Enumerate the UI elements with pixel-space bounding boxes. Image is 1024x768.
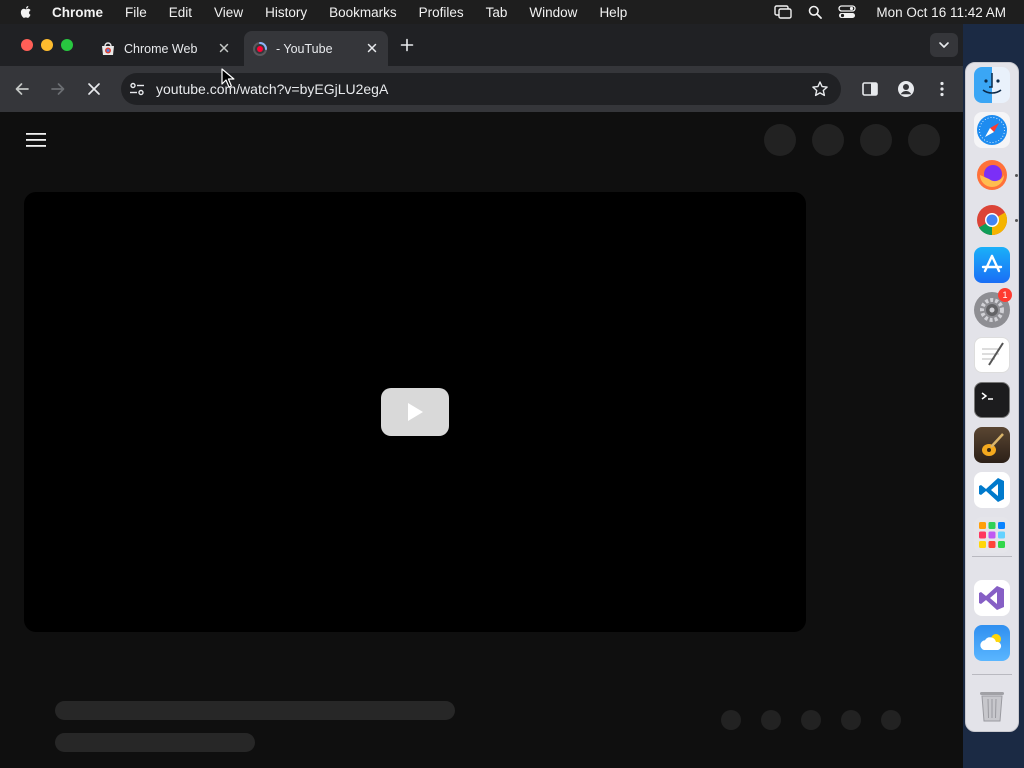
action-placeholder-dot (881, 710, 901, 730)
play-button[interactable] (381, 388, 449, 436)
close-tab-icon[interactable] (366, 42, 378, 54)
firefox-icon[interactable] (974, 157, 1010, 193)
tab-chrome-web-store[interactable]: Chrome Web Store (90, 31, 240, 66)
browser-toolbar: youtube.com/watch?v=byEGjLU2egA (0, 66, 963, 112)
hamburger-menu-icon[interactable] (26, 132, 46, 148)
textedit-icon[interactable] (974, 337, 1010, 373)
menu-window[interactable]: Window (518, 5, 588, 20)
mouse-cursor-icon (221, 68, 235, 88)
header-placeholder-circle (860, 124, 892, 156)
launchpad-icon[interactable] (974, 517, 1010, 553)
chrome-web-store-icon (102, 41, 114, 55)
more-menu-icon[interactable] (933, 80, 951, 98)
notification-badge: 1 (998, 288, 1012, 302)
side-panel-icon[interactable] (861, 80, 879, 98)
running-indicator (1015, 174, 1018, 177)
action-placeholder-dot (801, 710, 821, 730)
menu-app-name[interactable]: Chrome (48, 5, 114, 20)
vscode-icon[interactable] (974, 472, 1010, 508)
trash-icon[interactable] (974, 688, 1010, 724)
tab-youtube[interactable]: - YouTube (244, 31, 388, 66)
profile-avatar-icon[interactable] (897, 80, 915, 98)
action-placeholder-dot (841, 710, 861, 730)
header-placeholder-circle (908, 124, 940, 156)
bookmark-star-icon[interactable] (811, 80, 829, 98)
status-area: Mon Oct 16 11:42 AM (774, 0, 1006, 24)
weather-icon[interactable] (974, 625, 1010, 661)
menu-bar-clock[interactable]: Mon Oct 16 11:42 AM (876, 5, 1006, 20)
menu-history[interactable]: History (254, 5, 318, 20)
app-store-icon[interactable] (974, 247, 1010, 283)
terminal-icon[interactable] (974, 382, 1010, 418)
macos-dock: 1 (965, 62, 1019, 732)
tab-search-button[interactable] (930, 33, 958, 57)
menu-view[interactable]: View (203, 5, 254, 20)
stop-loading-icon[interactable] (85, 80, 103, 98)
tab-title: Chrome Web Store (124, 41, 198, 56)
visual-studio-icon[interactable] (974, 580, 1010, 616)
close-window-button[interactable] (21, 39, 33, 51)
menu-file[interactable]: File (114, 5, 158, 20)
tab-strip: Chrome Web Store - YouTube (0, 24, 963, 66)
loading-spinner-icon (253, 41, 267, 56)
url-text[interactable]: youtube.com/watch?v=byEGjLU2egA (156, 81, 388, 97)
spotlight-search-icon[interactable] (808, 5, 823, 19)
screen-mirroring-icon[interactable] (774, 5, 793, 19)
chrome-icon[interactable] (974, 202, 1010, 238)
running-indicator (1015, 219, 1018, 222)
action-placeholder-dot (721, 710, 741, 730)
tab-title: - YouTube (276, 41, 333, 56)
youtube-page (0, 112, 963, 768)
finder-icon[interactable] (974, 67, 1010, 103)
dock-separator (972, 556, 1012, 557)
forward-arrow-icon[interactable] (49, 80, 67, 98)
title-placeholder-bar (55, 701, 455, 720)
safari-icon[interactable] (974, 112, 1010, 148)
control-center-icon[interactable] (838, 5, 857, 19)
menu-bookmarks[interactable]: Bookmarks (318, 5, 408, 20)
header-placeholder-circle (764, 124, 796, 156)
site-info-icon[interactable] (128, 80, 146, 98)
channel-placeholder-bar (55, 733, 255, 752)
minimize-window-button[interactable] (41, 39, 53, 51)
header-placeholder-circle (812, 124, 844, 156)
zoom-window-button[interactable] (61, 39, 73, 51)
chevron-down-icon (939, 42, 949, 48)
menu-help[interactable]: Help (588, 5, 638, 20)
garageband-icon[interactable] (974, 427, 1010, 463)
dock-separator (972, 674, 1012, 675)
menu-profiles[interactable]: Profiles (408, 5, 475, 20)
new-tab-icon[interactable] (400, 38, 414, 52)
menu-bar: Chrome File Edit View History Bookmarks … (0, 0, 1024, 24)
menu-tab[interactable]: Tab (475, 5, 519, 20)
chrome-window: Chrome Web Store - YouTube (0, 24, 963, 768)
action-placeholder-dot (761, 710, 781, 730)
play-icon (408, 403, 423, 421)
apple-icon[interactable] (18, 4, 34, 20)
video-player[interactable] (24, 192, 806, 632)
menu-edit[interactable]: Edit (158, 5, 203, 20)
close-tab-icon[interactable] (218, 42, 230, 54)
back-arrow-icon[interactable] (13, 80, 31, 98)
